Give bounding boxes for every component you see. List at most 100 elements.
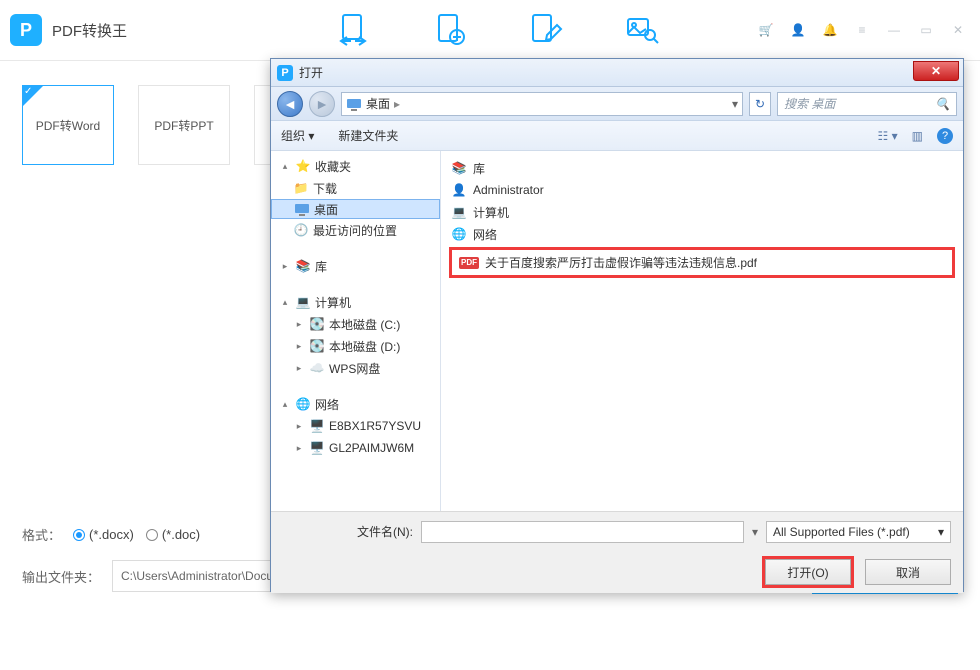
menu-icon[interactable]: ≡ — [854, 22, 870, 38]
tree-network-node1[interactable]: ▸🖥️ E8BX1R57YSVU — [271, 415, 440, 437]
dialog-toolbar: 组织 ▾ 新建文件夹 ☷ ▾ ▥ ? — [271, 121, 963, 151]
dialog-titlebar[interactable]: P 打开 ✕ — [271, 59, 963, 87]
cloud-icon: ☁️ — [309, 360, 325, 376]
refresh-button[interactable]: ↻ — [749, 92, 771, 116]
search-input[interactable]: 搜索 桌面 🔍 — [777, 92, 957, 116]
dialog-title: 打开 — [299, 64, 323, 81]
network-icon: 🌐 — [451, 226, 467, 242]
libraries-icon: 📚 — [451, 160, 467, 176]
radio-label: (*.doc) — [162, 527, 200, 542]
nav-back-button[interactable]: ◄ — [277, 91, 303, 117]
file-list: 📚 库 👤 Administrator 💻 计算机 🌐 网络 PDF 关于百度搜… — [441, 151, 963, 511]
list-item[interactable]: 👤 Administrator — [441, 179, 963, 201]
nav-forward-button[interactable]: ► — [309, 91, 335, 117]
list-item-highlighted[interactable]: PDF 关于百度搜索严厉打击虚假诈骗等违法违规信息.pdf — [449, 247, 955, 278]
user-icon[interactable]: 👤 — [790, 22, 806, 38]
network-icon: 🌐 — [295, 396, 311, 412]
tree-network-node2[interactable]: ▸🖥️ GL2PAIMJW6M — [271, 437, 440, 459]
file-label: 网络 — [473, 226, 497, 243]
radio-doc[interactable]: (*.doc) — [146, 527, 200, 542]
dialog-filename-row: 文件名(N): ▾ All Supported Files (*.pdf) ▾ — [271, 511, 963, 551]
tree-label: WPS网盘 — [329, 360, 380, 377]
radio-label: (*.docx) — [89, 527, 134, 542]
filename-input[interactable] — [421, 521, 744, 543]
toolbar-convert-icon[interactable] — [330, 6, 376, 52]
tree-desktop[interactable]: 桌面 — [271, 199, 440, 219]
list-item[interactable]: 📚 库 — [441, 157, 963, 179]
folder-icon: 📁 — [293, 180, 309, 196]
tree-label: 收藏夹 — [315, 158, 351, 175]
tree-label: 下载 — [313, 180, 337, 197]
tree-label: GL2PAIMJW6M — [329, 441, 414, 455]
file-open-dialog: P 打开 ✕ ◄ ► 桌面 ▸ ▾ ↻ 搜索 桌面 🔍 组织 ▾ 新建文件夹 ☷… — [270, 58, 964, 592]
search-icon: 🔍 — [935, 97, 950, 111]
maximize-icon[interactable]: ▭ — [918, 22, 934, 38]
bell-icon[interactable]: 🔔 — [822, 22, 838, 38]
card-pdf-to-ppt[interactable]: PDF转PPT — [138, 85, 230, 165]
dialog-buttons: 打开(O) 取消 — [271, 551, 963, 593]
tree-label: 最近访问的位置 — [313, 222, 397, 239]
cart-icon[interactable]: 🛒 — [758, 22, 774, 38]
cancel-button[interactable]: 取消 — [865, 559, 951, 585]
organize-menu[interactable]: 组织 ▾ — [281, 127, 314, 144]
pdf-icon: PDF — [459, 257, 479, 269]
file-label: 库 — [473, 160, 485, 177]
open-button-label: 打开(O) — [787, 564, 828, 581]
crumb-sep: ▸ — [394, 97, 400, 111]
dialog-app-icon: P — [277, 65, 293, 81]
toolbar-add-icon[interactable] — [426, 6, 472, 52]
filename-label: 文件名(N): — [283, 523, 413, 540]
nav-tree: ▴⭐ 收藏夹 📁 下载 桌面 🕘 最近访问的位置 ▸📚 库 — [271, 151, 441, 511]
drive-icon: 💽 — [309, 338, 325, 354]
tree-wps[interactable]: ▸☁️ WPS网盘 — [271, 357, 440, 379]
toolbar-image-icon[interactable] — [618, 6, 664, 52]
list-item[interactable]: 🌐 网络 — [441, 223, 963, 245]
system-icons: 🛒 👤 🔔 ≡ — ▭ ✕ — [758, 22, 966, 38]
dialog-body: ▴⭐ 收藏夹 📁 下载 桌面 🕘 最近访问的位置 ▸📚 库 — [271, 151, 963, 511]
crumb-dropdown-icon[interactable]: ▾ — [732, 97, 738, 111]
tree-label: 库 — [315, 258, 327, 275]
filetype-filter[interactable]: All Supported Files (*.pdf) ▾ — [766, 521, 951, 543]
tree-label: 本地磁盘 (D:) — [329, 338, 400, 355]
pc-icon: 🖥️ — [309, 418, 325, 434]
tree-disk-d[interactable]: ▸💽 本地磁盘 (D:) — [271, 335, 440, 357]
tree-label: 桌面 — [314, 201, 338, 218]
breadcrumb[interactable]: 桌面 ▸ ▾ — [341, 92, 743, 116]
recent-icon: 🕘 — [293, 222, 309, 238]
pc-icon: 🖥️ — [309, 440, 325, 456]
close-icon[interactable]: ✕ — [950, 22, 966, 38]
dialog-close-button[interactable]: ✕ — [913, 61, 959, 81]
list-item[interactable]: 💻 计算机 — [441, 201, 963, 223]
desktop-icon — [294, 201, 310, 217]
new-folder-button[interactable]: 新建文件夹 — [338, 127, 398, 144]
minimize-icon[interactable]: — — [886, 22, 902, 38]
radio-docx[interactable]: (*.docx) — [73, 527, 134, 542]
tree-disk-c[interactable]: ▸💽 本地磁盘 (C:) — [271, 313, 440, 335]
card-label: PDF转Word — [36, 117, 100, 134]
card-pdf-to-word[interactable]: PDF转Word — [22, 85, 114, 165]
toolbar-edit-icon[interactable] — [522, 6, 568, 52]
crumb-text: 桌面 — [366, 95, 390, 112]
tree-computer[interactable]: ▴💻 计算机 — [271, 291, 440, 313]
help-button[interactable]: ? — [937, 128, 953, 144]
view-mode-button[interactable]: ☷ ▾ — [878, 129, 898, 143]
format-label: 格式： — [22, 525, 61, 544]
filename-dropdown-icon[interactable]: ▾ — [752, 525, 758, 539]
chevron-down-icon: ▾ — [938, 525, 944, 539]
tree-downloads[interactable]: 📁 下载 — [271, 177, 440, 199]
open-button[interactable]: 打开(O) — [765, 559, 851, 585]
preview-pane-button[interactable]: ▥ — [912, 129, 923, 143]
tree-favorites[interactable]: ▴⭐ 收藏夹 — [271, 155, 440, 177]
user-folder-icon: 👤 — [451, 182, 467, 198]
libraries-icon: 📚 — [295, 258, 311, 274]
card-label: PDF转PPT — [154, 117, 213, 134]
file-label: 关于百度搜索严厉打击虚假诈骗等违法违规信息.pdf — [485, 254, 757, 271]
desktop-icon — [346, 96, 362, 112]
file-label: 计算机 — [473, 204, 509, 221]
tree-network[interactable]: ▴🌐 网络 — [271, 393, 440, 415]
tree-libraries[interactable]: ▸📚 库 — [271, 255, 440, 277]
tree-recent[interactable]: 🕘 最近访问的位置 — [271, 219, 440, 241]
tree-label: E8BX1R57YSVU — [329, 419, 421, 433]
app-title: PDF转换王 — [52, 20, 127, 41]
file-label: Administrator — [473, 183, 544, 197]
